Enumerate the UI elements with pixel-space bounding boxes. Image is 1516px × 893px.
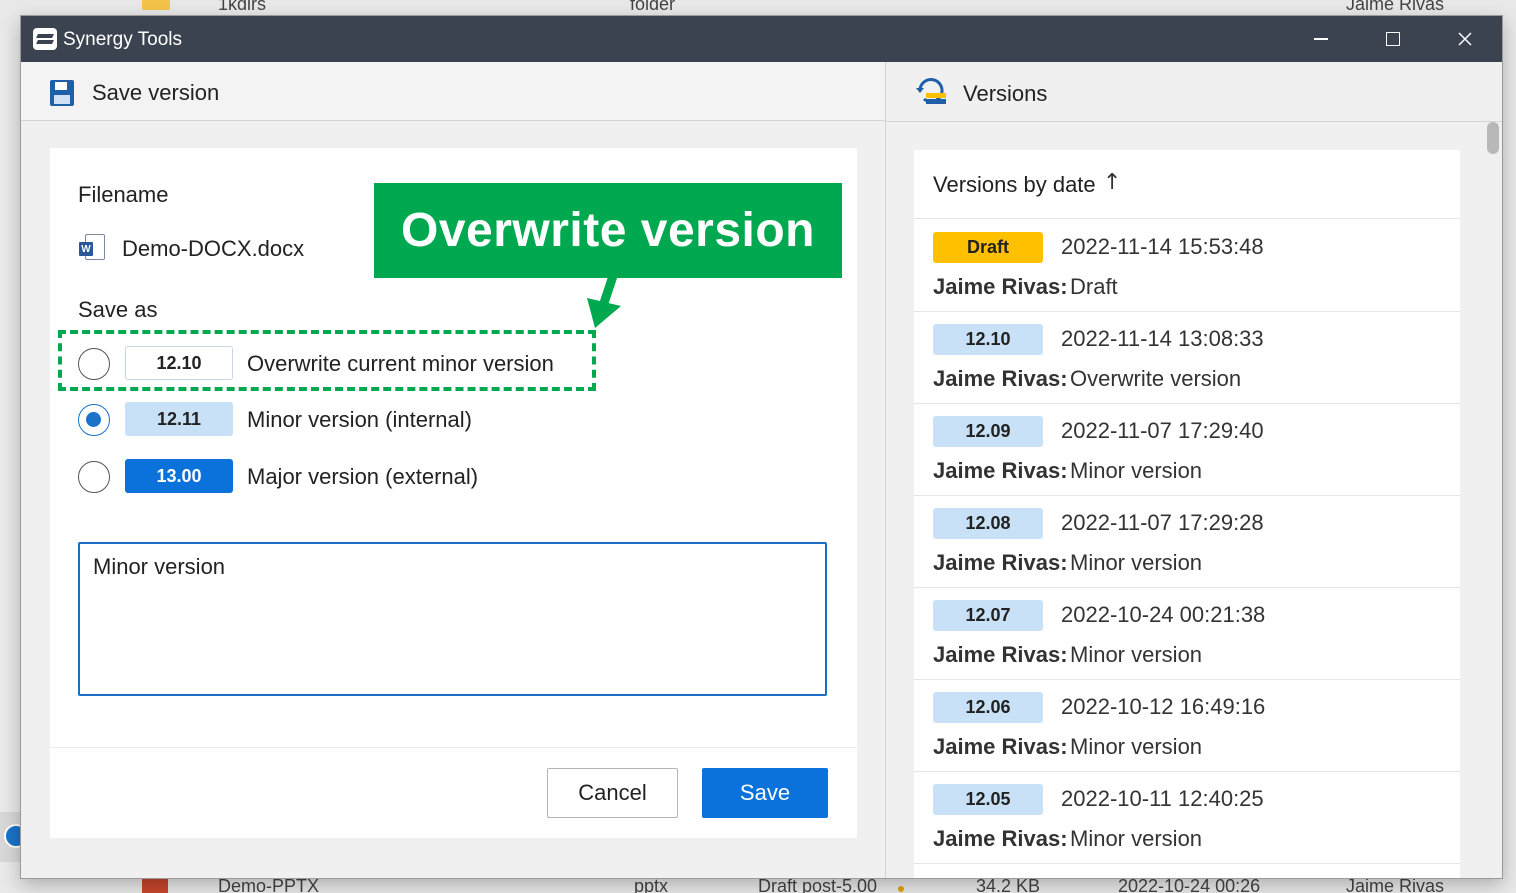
version-author: Jaime Rivas: [933, 366, 1068, 391]
version-history-icon [916, 78, 946, 104]
folder-icon [142, 0, 170, 10]
powerpoint-icon [142, 878, 168, 893]
version-chip: 12.10 [933, 324, 1043, 355]
version-comment: Draft [1070, 274, 1118, 299]
option-label: Major version (external) [247, 464, 479, 489]
option-label: Minor version (internal) [247, 407, 472, 432]
version-comment: Minor version [1070, 734, 1203, 759]
bg-row-name: 1kdirs [218, 0, 267, 14]
annotation-callout: Overwrite version [374, 183, 842, 278]
version-author: Jaime Rivas: [933, 458, 1068, 483]
version-chip: 12.11 [125, 402, 233, 436]
version-row[interactable]: Draft 2022-11-14 15:53:48 Jaime Rivas: D… [914, 220, 1460, 312]
version-author: Jaime Rivas: [933, 642, 1068, 667]
version-chip: 12.05 [933, 784, 1043, 815]
version-author: Jaime Rivas: [933, 274, 1068, 299]
version-author: Jaime Rivas: [933, 826, 1068, 851]
version-comment-input[interactable] [78, 542, 827, 696]
version-date: 2022-11-14 15:53:48 [1061, 234, 1264, 259]
save-button[interactable]: Save [702, 768, 828, 818]
synergy-logo-icon [33, 28, 57, 50]
version-chip: 13.00 [125, 459, 233, 493]
save-as-label: Save as [78, 297, 158, 322]
version-date: 2022-10-11 12:40:25 [1061, 786, 1264, 811]
filename-label: Filename [78, 182, 169, 207]
version-date: 2022-10-12 16:49:16 [1061, 694, 1266, 719]
version-comment: Minor version [1070, 826, 1203, 851]
annotation-arrow-icon [587, 276, 621, 328]
version-row[interactable]: 12.08 2022-11-07 17:29:28 Jaime Rivas: M… [914, 496, 1460, 588]
version-chip: 12.06 [933, 692, 1043, 723]
major-external-radio[interactable] [78, 461, 110, 493]
option-major-external[interactable]: 13.00 Major version (external) [78, 457, 638, 497]
version-date: 2022-10-24 00:21:38 [1061, 602, 1266, 627]
versions-pane: Versions Versions by date ↑ Draft 2022-1… [886, 62, 1502, 878]
background-badge [0, 812, 28, 862]
versions-list-header[interactable]: Versions by date ↑ [914, 150, 1460, 219]
version-date: 2022-11-14 13:08:33 [1061, 326, 1264, 351]
background-file-row: 1kdirs folder Jaime Rivas [0, 0, 1516, 14]
version-row[interactable]: 12.05 2022-10-11 12:40:25 Jaime Rivas: M… [914, 772, 1460, 864]
versions-by-date-label: Versions by date [933, 172, 1096, 197]
version-comment: Minor version [1070, 550, 1203, 575]
window-title: Synergy Tools [63, 29, 182, 50]
annotation-dashed-highlight [58, 330, 596, 391]
close-button[interactable] [1441, 24, 1489, 54]
arrow-up-icon[interactable]: ↑ [1103, 170, 1121, 195]
version-comment: Minor version [1070, 642, 1203, 667]
version-author: Jaime Rivas: [933, 734, 1068, 759]
versions-title: Versions [963, 81, 1048, 106]
save-version-title: Save version [92, 80, 220, 105]
minimize-button[interactable] [1297, 24, 1345, 54]
cancel-button[interactable]: Cancel [547, 768, 678, 818]
version-chip: 12.09 [933, 416, 1043, 447]
versions-list: Versions by date ↑ Draft 2022-11-14 15:5… [914, 150, 1460, 878]
version-date: 2022-11-07 17:29:28 [1061, 510, 1264, 535]
save-version-header: Save version [21, 62, 886, 121]
version-chip: 12.08 [933, 508, 1043, 539]
minor-internal-radio[interactable] [78, 404, 110, 436]
filename-value: Demo-DOCX.docx [122, 236, 305, 261]
maximize-button[interactable] [1369, 24, 1417, 54]
version-row[interactable]: 12.06 2022-10-12 16:49:16 Jaime Rivas: M… [914, 680, 1460, 772]
version-chip: 12.07 [933, 600, 1043, 631]
title-bar: Synergy Tools [21, 16, 1502, 62]
scrollbar-thumb[interactable] [1487, 122, 1499, 154]
version-date: 2022-11-07 17:29:40 [1061, 418, 1264, 443]
synergy-tools-window: Synergy Tools Save version Filename W De… [20, 15, 1503, 879]
header-divider [886, 121, 1502, 122]
option-minor-internal[interactable]: 12.11 Minor version (internal) [78, 400, 638, 440]
version-author: Jaime Rivas: [933, 550, 1068, 575]
floppy-disk-icon [50, 80, 74, 106]
bg-row-owner: Jaime Rivas [1346, 0, 1445, 14]
version-row[interactable]: 12.09 2022-11-07 17:29:40 Jaime Rivas: M… [914, 404, 1460, 496]
version-chip: Draft [933, 232, 1043, 263]
close-icon [1458, 32, 1472, 46]
word-document-icon: W [79, 234, 107, 262]
footer-divider [50, 747, 857, 748]
version-comment: Overwrite version [1070, 366, 1242, 391]
version-comment: Minor version [1070, 458, 1203, 483]
bg-row-type: folder [630, 0, 676, 14]
version-row[interactable]: 12.07 2022-10-24 00:21:38 Jaime Rivas: M… [914, 588, 1460, 680]
status-dot-icon [898, 886, 904, 892]
version-row[interactable]: 12.10 2022-11-14 13:08:33 Jaime Rivas: O… [914, 312, 1460, 404]
